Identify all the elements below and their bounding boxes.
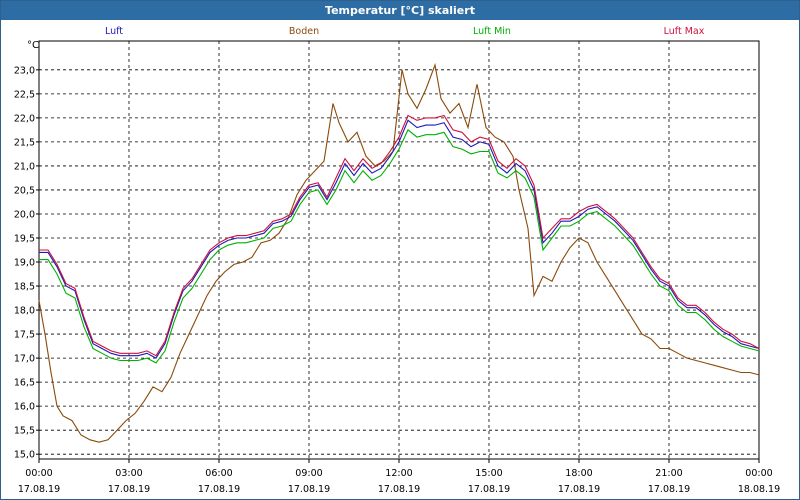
x-tick-time: 18:00 — [565, 468, 592, 479]
chart-title: Temperatur [°C] skaliert — [1, 1, 799, 20]
x-tick-time: 21:00 — [655, 468, 682, 479]
legend-item-2: Luft Min — [473, 26, 511, 37]
x-tick-date: 18.08.19 — [738, 484, 780, 495]
y-tick-label: 18,0 — [14, 306, 35, 317]
x-tick-time: 03:00 — [115, 468, 142, 479]
x-tick-time: 00:00 — [745, 468, 772, 479]
y-tick-label: 16,0 — [14, 402, 35, 413]
chart-window: Temperatur [°C] skaliert Luft Boden Luft M… — [0, 0, 800, 500]
y-tick-label: 19,0 — [14, 258, 35, 269]
y-tick-label: 19,5 — [14, 233, 35, 244]
legend-item-3: Luft Max — [664, 26, 705, 37]
y-tick-label: 23,0 — [14, 65, 35, 76]
x-tick-date: 17.08.19 — [108, 484, 150, 495]
y-axis-unit: °C — [27, 40, 39, 51]
x-tick-time: 00:00 — [25, 468, 52, 479]
x-tick-date: 17.08.19 — [468, 484, 510, 495]
x-tick-date: 17.08.19 — [648, 484, 690, 495]
y-tick-label: 21,5 — [14, 137, 35, 148]
y-tick-label: 22,0 — [14, 113, 35, 124]
y-tick-label: 18,5 — [14, 282, 35, 293]
y-tick-label: 17,5 — [14, 330, 35, 341]
y-tick-label: 17,0 — [14, 354, 35, 365]
x-tick-date: 17.08.19 — [18, 484, 60, 495]
legend: Luft Boden Luft Min Luft Max — [105, 26, 705, 37]
y-tick-label: 21,0 — [14, 161, 35, 172]
y-tick-label: 20,0 — [14, 209, 35, 220]
y-tick-label: 15,5 — [14, 426, 35, 437]
legend-item-1: Boden — [289, 26, 319, 37]
x-tick-labels: 00:00 17.08.19 03:00 17.08.19 06:00 17.08.19 0… — [18, 459, 780, 495]
y-tick-label: 22,5 — [14, 89, 35, 100]
legend-item-0: Luft — [105, 26, 123, 37]
temperature-chart: Luft Boden Luft Min Luft Max °C 15,0 15,5 16,… — [14, 26, 780, 495]
x-tick-date: 17.08.19 — [378, 484, 420, 495]
x-tick-date: 17.08.19 — [288, 484, 330, 495]
y-tick-labels: 15,0 15,5 16,0 16,5 17,0 17,5 18,0 18,5 19,0 19,5… — [14, 65, 39, 461]
x-tick-time: 09:00 — [295, 468, 322, 479]
y-tick-label: 15,0 — [14, 450, 35, 461]
x-tick-date: 17.08.19 — [558, 484, 600, 495]
x-tick-time: 06:00 — [205, 468, 232, 479]
x-tick-time: 15:00 — [475, 468, 502, 479]
x-tick-date: 17.08.19 — [198, 484, 240, 495]
y-tick-label: 16,5 — [14, 378, 35, 389]
x-tick-time: 12:00 — [385, 468, 412, 479]
y-tick-label: 20,5 — [14, 185, 35, 196]
